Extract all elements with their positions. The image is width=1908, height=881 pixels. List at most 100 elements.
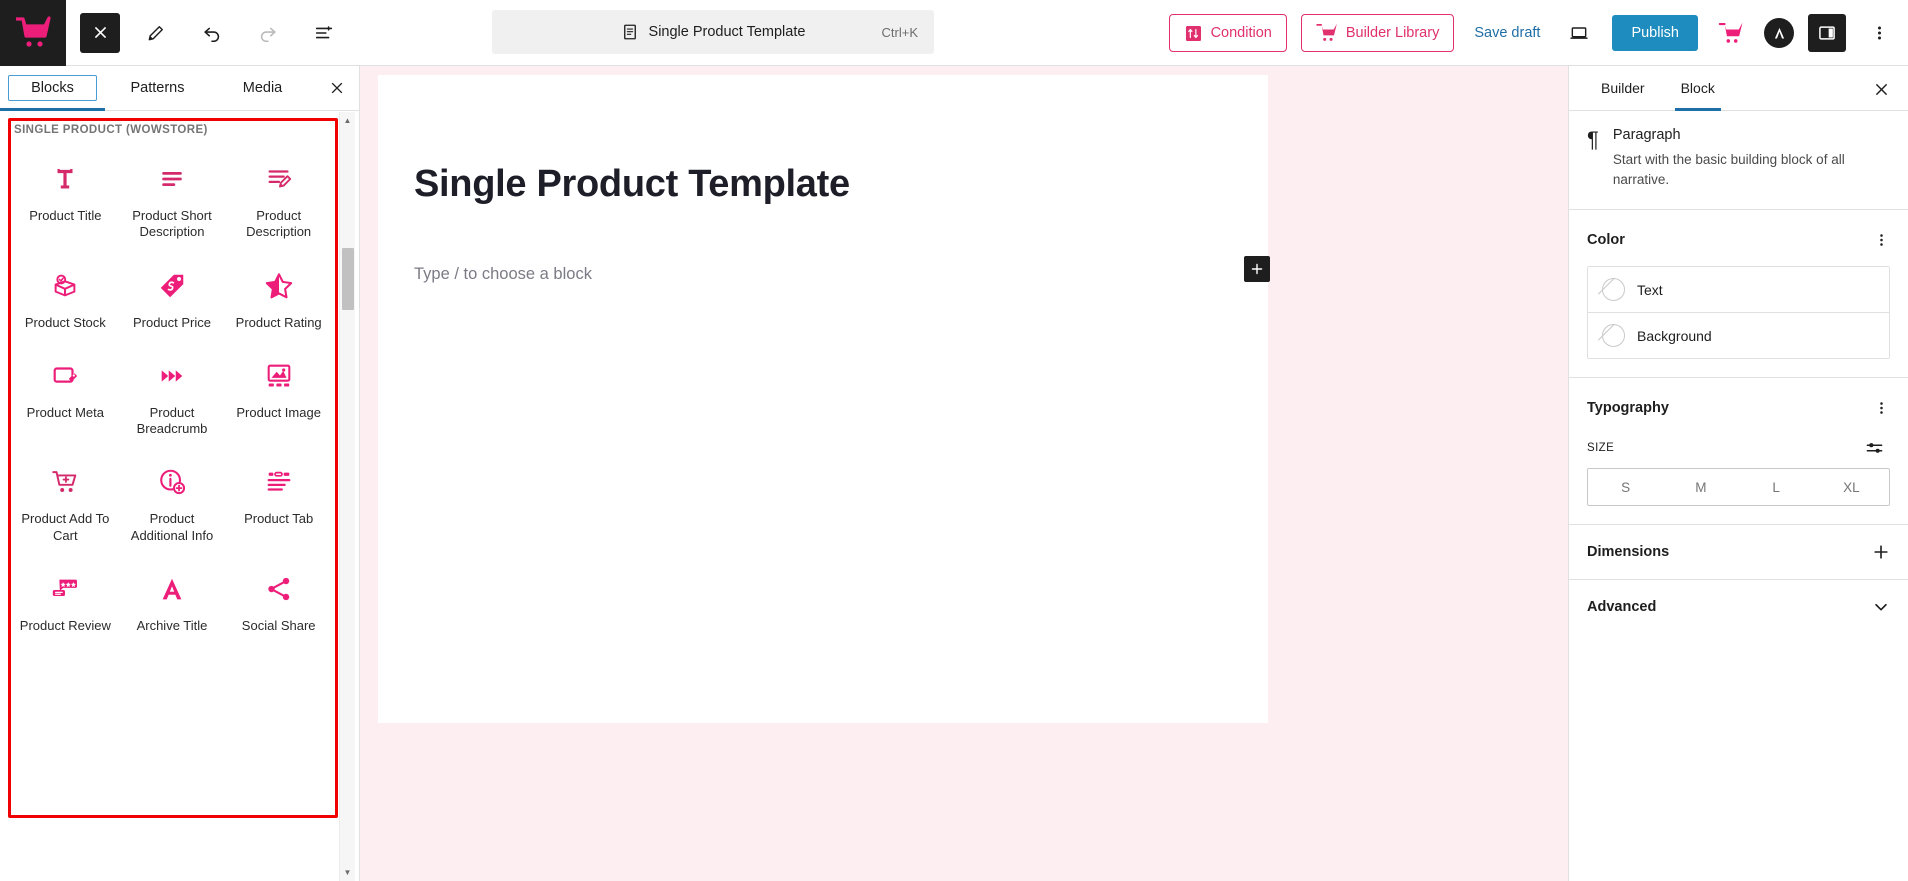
block-label: Product Meta <box>26 404 104 420</box>
builder-library-label: Builder Library <box>1345 25 1440 41</box>
block-product-review[interactable]: Product Review <box>12 562 119 640</box>
font-size-l[interactable]: L <box>1739 469 1814 505</box>
astra-logo-icon[interactable] <box>1764 18 1794 48</box>
block-label: Product Short Description <box>132 208 212 240</box>
block-product-price[interactable]: Product Price <box>119 259 226 337</box>
toggle-block-inserter-button[interactable] <box>80 12 120 53</box>
close-sidebar-button[interactable] <box>1864 72 1898 106</box>
document-title-chip[interactable]: Single Product Template Ctrl+K <box>492 10 934 54</box>
block-product-short-description[interactable]: Product Short Description <box>119 152 226 247</box>
color-panel-title: Color <box>1587 232 1625 249</box>
font-size-custom-button[interactable] <box>1859 436 1890 460</box>
short-text-lines-icon <box>155 162 189 196</box>
half-star-icon <box>262 269 296 303</box>
font-size-segmented-control: S M L XL <box>1587 468 1890 507</box>
font-size-xl[interactable]: XL <box>1814 469 1889 505</box>
frame-tag-icon <box>48 359 82 393</box>
wowstore-logo[interactable] <box>0 0 66 66</box>
block-product-add-to-cart[interactable]: Product Add To Cart <box>12 455 119 550</box>
close-inserter-button[interactable] <box>315 66 359 110</box>
edit-tool-button[interactable] <box>136 13 176 53</box>
section-dimensions[interactable]: Dimensions <box>1569 524 1908 579</box>
block-label: Product Rating <box>235 314 322 330</box>
font-size-s[interactable]: S <box>1588 469 1663 505</box>
block-label: Product Additional Info <box>130 511 214 543</box>
block-label: Product Stock <box>24 314 106 330</box>
block-archive-title[interactable]: Archive Title <box>119 562 226 640</box>
undo-button[interactable] <box>192 13 232 53</box>
document-page-icon <box>623 24 636 40</box>
builder-library-button[interactable]: Builder Library <box>1300 14 1455 52</box>
block-product-rating[interactable]: Product Rating <box>225 259 332 337</box>
section-title: Dimensions <box>1587 544 1670 561</box>
block-info-card: ¶ Paragraph Start with the basic buildin… <box>1569 111 1908 211</box>
color-row-text[interactable]: Text <box>1588 267 1889 313</box>
save-draft-button[interactable]: Save draft <box>1468 21 1546 45</box>
kebab-menu-icon <box>1880 234 1883 246</box>
block-label: Product Add To Cart <box>21 511 110 543</box>
typography-options-button[interactable] <box>1873 395 1890 421</box>
preview-button[interactable] <box>1560 14 1598 52</box>
share-nodes-icon <box>262 572 296 606</box>
triple-chevron-icon <box>155 359 189 393</box>
redo-arrow-icon <box>260 27 276 42</box>
tab-builder-label: Builder <box>1601 80 1645 96</box>
settings-panel-toggle[interactable] <box>1808 14 1846 52</box>
tab-media[interactable]: Media <box>210 66 315 110</box>
block-product-breadcrumb[interactable]: Product Breadcrumb <box>119 349 226 444</box>
chevron-down-icon <box>1872 598 1890 616</box>
no-color-swatch-icon <box>1602 278 1625 302</box>
scroll-down-arrow[interactable]: ▼ <box>340 864 355 881</box>
block-label: Product Review <box>19 617 111 633</box>
list-view-icon <box>315 25 333 38</box>
inserter-tabs: Blocks Patterns Media <box>0 66 359 111</box>
color-options-list: Text Background <box>1587 266 1890 360</box>
block-product-tab[interactable]: Product Tab <box>225 455 332 550</box>
scrollbar-thumb[interactable] <box>342 248 354 310</box>
tab-blocks[interactable]: Blocks <box>0 66 105 111</box>
pencil-icon <box>148 25 163 40</box>
tab-block[interactable]: Block <box>1663 66 1733 111</box>
block-product-additional-info[interactable]: Product Additional Info <box>119 455 226 550</box>
block-description: Start with the basic building block of a… <box>1612 152 1845 187</box>
add-block-button[interactable] <box>1244 256 1270 282</box>
tab-builder[interactable]: Builder <box>1583 66 1663 110</box>
close-x-icon <box>331 82 343 94</box>
section-advanced[interactable]: Advanced <box>1569 579 1908 634</box>
tab-blocks-label: Blocks <box>8 75 97 101</box>
tab-patterns-label: Patterns <box>130 80 185 96</box>
more-options-button[interactable] <box>1860 14 1898 52</box>
sidebar-tabs: Builder Block <box>1569 66 1908 111</box>
block-product-title[interactable]: Product Title <box>12 152 119 247</box>
condition-button[interactable]: Condition <box>1168 14 1287 52</box>
list-view-button[interactable] <box>304 13 344 53</box>
desktop-preview-icon <box>1570 27 1589 39</box>
color-options-button[interactable] <box>1873 227 1890 253</box>
sliders-icon <box>1866 443 1883 453</box>
redo-button[interactable] <box>248 13 288 53</box>
color-row-background[interactable]: Background <box>1588 312 1889 359</box>
inserter-scrollbar[interactable]: ▲ ▼ <box>339 112 355 881</box>
post-content-sheet[interactable]: Single Product Template Type / to choose… <box>378 75 1268 723</box>
block-product-meta[interactable]: Product Meta <box>12 349 119 444</box>
wowstore-quick-icon[interactable] <box>1712 14 1750 52</box>
typography-panel-header: Typography <box>1569 378 1908 434</box>
font-size-m[interactable]: M <box>1663 469 1738 505</box>
cart-plus-icon <box>48 465 82 499</box>
block-product-stock[interactable]: Product Stock <box>12 259 119 337</box>
page-title[interactable]: Single Product Template <box>414 163 850 206</box>
scroll-up-arrow[interactable]: ▲ <box>340 112 355 129</box>
block-product-description[interactable]: Product Description <box>225 152 332 247</box>
no-color-swatch-icon <box>1602 324 1625 348</box>
wowstore-cart-icon <box>1718 22 1743 43</box>
block-label: Product Image <box>236 404 321 420</box>
tab-lines-icon <box>262 465 296 499</box>
block-product-image[interactable]: Product Image <box>225 349 332 444</box>
block-label: Product Title <box>29 208 102 223</box>
top-toolbar: Single Product Template Ctrl+K Condition… <box>0 0 1908 66</box>
paragraph-placeholder[interactable]: Type / to choose a block <box>414 265 592 284</box>
price-tag-icon <box>155 269 189 303</box>
publish-button[interactable]: Publish <box>1612 15 1698 51</box>
tab-patterns[interactable]: Patterns <box>105 66 210 110</box>
block-social-share[interactable]: Social Share <box>225 562 332 640</box>
